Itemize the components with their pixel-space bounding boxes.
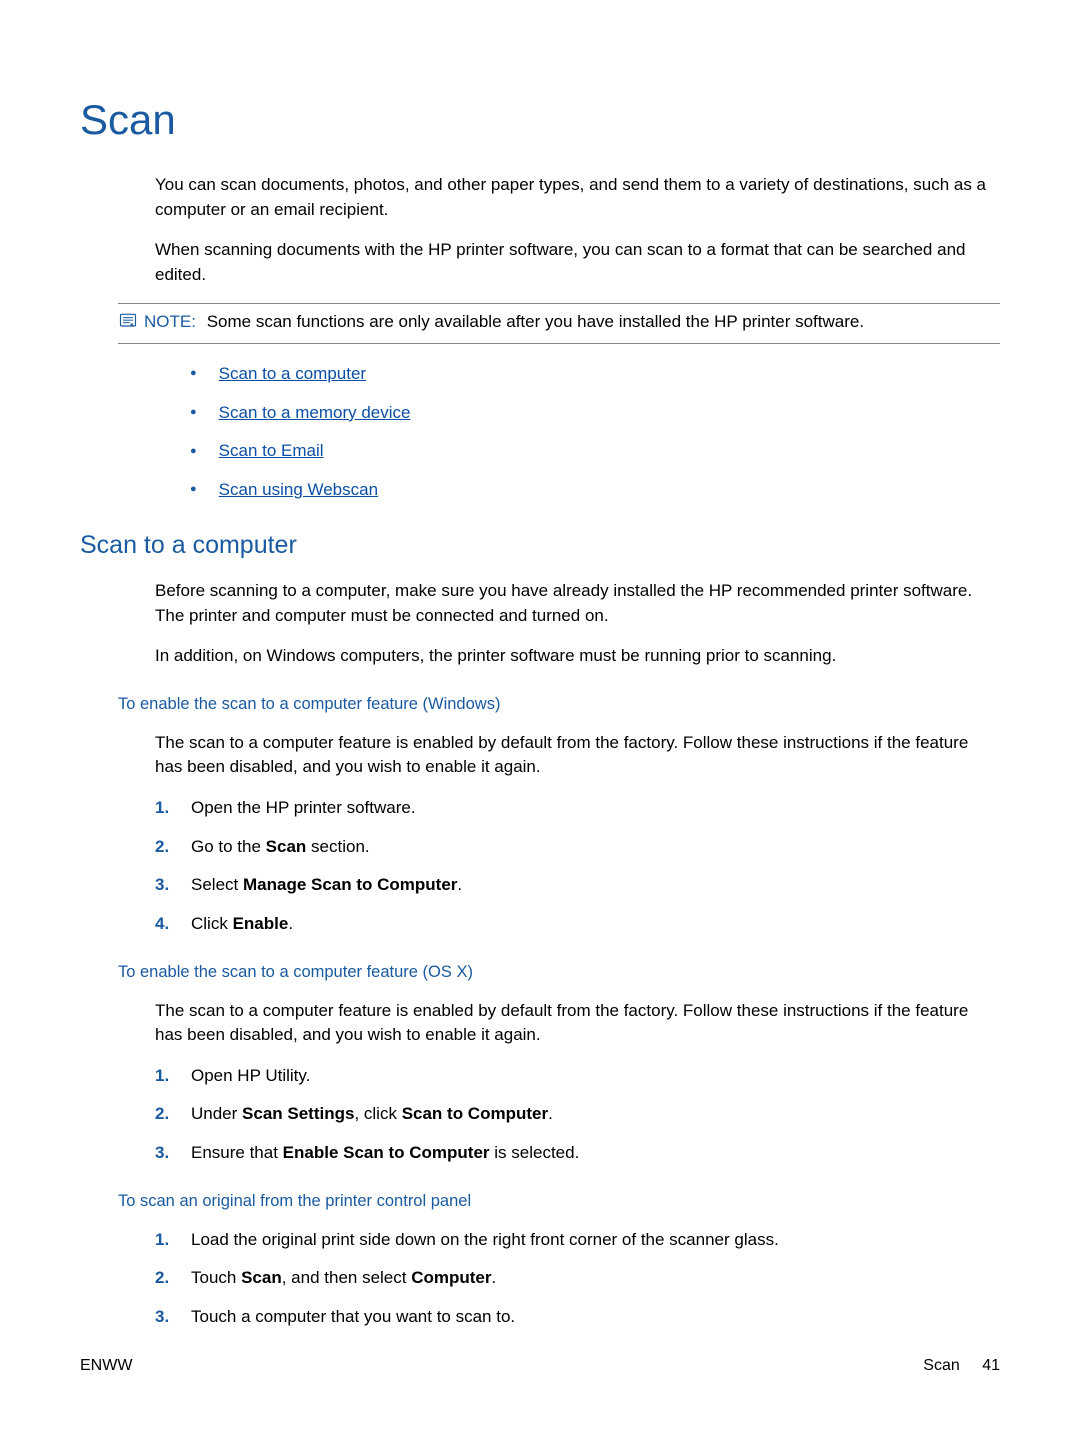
step-text: section. — [306, 837, 369, 856]
step-text: . — [548, 1104, 553, 1123]
step-item: Load the original print side down on the… — [155, 1228, 1000, 1253]
step-text: Open HP Utility. — [191, 1066, 310, 1085]
footer-page-number: 41 — [982, 1357, 1000, 1374]
step-item: Under Scan Settings, click Scan to Compu… — [155, 1102, 1000, 1127]
step-text: Load the original print side down on the… — [191, 1230, 779, 1249]
toc-item: Scan using Webscan — [190, 478, 1000, 503]
note-icon — [118, 311, 138, 331]
step-bold: Scan to Computer — [402, 1104, 548, 1123]
subheading-enable-windows: To enable the scan to a computer feature… — [118, 693, 1000, 717]
subheading-scan-from-panel: To scan an original from the printer con… — [118, 1190, 1000, 1214]
step-item: Touch Scan, and then select Computer. — [155, 1266, 1000, 1291]
step-bold: Enable — [233, 914, 289, 933]
step-bold: Enable Scan to Computer — [283, 1143, 490, 1162]
step-text: Click — [191, 914, 233, 933]
step-item: Go to the Scan section. — [155, 835, 1000, 860]
section-paragraph-2: In addition, on Windows computers, the p… — [155, 644, 1000, 669]
osx-intro: The scan to a computer feature is enable… — [155, 999, 1000, 1048]
toc-link-scan-email[interactable]: Scan to Email — [219, 439, 324, 464]
step-item: Select Manage Scan to Computer. — [155, 873, 1000, 898]
step-item: Touch a computer that you want to scan t… — [155, 1305, 1000, 1330]
page-title: Scan — [80, 90, 1000, 151]
toc-list: Scan to a computer Scan to a memory devi… — [190, 362, 1000, 503]
step-text: Ensure that — [191, 1143, 283, 1162]
step-bold: Scan — [241, 1268, 282, 1287]
page-footer: ENWW Scan 41 — [80, 1354, 1000, 1377]
windows-intro: The scan to a computer feature is enable… — [155, 731, 1000, 780]
note-text: Some scan functions are only available a… — [207, 312, 864, 331]
subheading-enable-osx: To enable the scan to a computer feature… — [118, 961, 1000, 985]
step-text: Touch — [191, 1268, 241, 1287]
windows-steps: Open the HP printer software. Go to the … — [155, 796, 1000, 937]
step-text: Open the HP printer software. — [191, 798, 416, 817]
footer-left: ENWW — [80, 1354, 132, 1377]
step-text: , and then select — [282, 1268, 411, 1287]
step-text: . — [457, 875, 462, 894]
step-bold: Scan — [266, 837, 307, 856]
step-text: Select — [191, 875, 243, 894]
step-text: , click — [354, 1104, 401, 1123]
step-text: . — [288, 914, 293, 933]
step-text: is selected. — [490, 1143, 580, 1162]
step-item: Click Enable. — [155, 912, 1000, 937]
toc-item: Scan to a memory device — [190, 401, 1000, 426]
step-bold: Manage Scan to Computer — [243, 875, 457, 894]
section-heading-scan-to-computer: Scan to a computer — [80, 527, 1000, 563]
step-text: . — [492, 1268, 497, 1287]
toc-link-scan-computer[interactable]: Scan to a computer — [219, 362, 366, 387]
step-bold: Computer — [411, 1268, 491, 1287]
footer-section-label: Scan — [923, 1357, 959, 1374]
note-label: NOTE: — [144, 312, 196, 331]
step-item: Ensure that Enable Scan to Computer is s… — [155, 1141, 1000, 1166]
osx-steps: Open HP Utility. Under Scan Settings, cl… — [155, 1064, 1000, 1166]
toc-link-scan-webscan[interactable]: Scan using Webscan — [219, 478, 378, 503]
step-bold: Scan Settings — [242, 1104, 354, 1123]
intro-paragraph-1: You can scan documents, photos, and othe… — [155, 173, 1000, 222]
section-paragraph-1: Before scanning to a computer, make sure… — [155, 579, 1000, 628]
step-text: Touch a computer that you want to scan t… — [191, 1307, 515, 1326]
toc-item: Scan to Email — [190, 439, 1000, 464]
intro-paragraph-2: When scanning documents with the HP prin… — [155, 238, 1000, 287]
step-text: Go to the — [191, 837, 266, 856]
step-item: Open the HP printer software. — [155, 796, 1000, 821]
note-callout: NOTE: Some scan functions are only avail… — [118, 303, 1000, 344]
step-text: Under — [191, 1104, 242, 1123]
panel-steps: Load the original print side down on the… — [155, 1228, 1000, 1330]
step-item: Open HP Utility. — [155, 1064, 1000, 1089]
toc-item: Scan to a computer — [190, 362, 1000, 387]
toc-link-scan-memory[interactable]: Scan to a memory device — [219, 401, 411, 426]
